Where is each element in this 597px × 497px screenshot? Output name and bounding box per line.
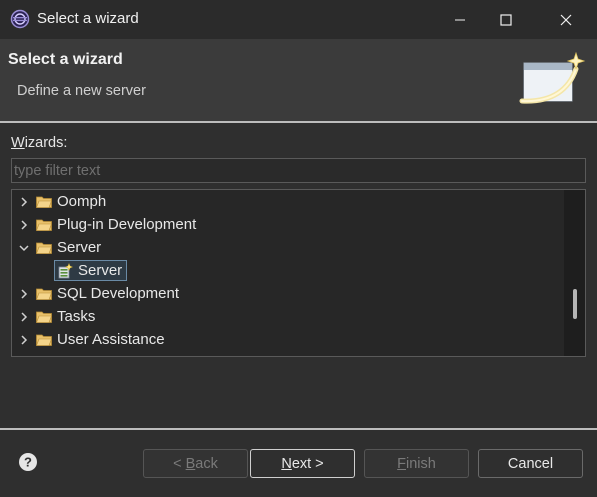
header-separator	[0, 121, 597, 123]
minimize-button[interactable]	[437, 0, 483, 39]
page-description: Define a new server	[17, 83, 146, 99]
maximize-icon	[500, 13, 512, 26]
tree-item-server[interactable]: Server	[12, 236, 564, 259]
tree-child-server[interactable]: Server	[54, 260, 128, 281]
back-button-label: ack	[195, 455, 218, 472]
filter-input[interactable]	[11, 158, 586, 183]
wizards-label: Wizards:	[11, 135, 67, 151]
maximize-button[interactable]	[483, 0, 529, 39]
tree-item-label: User Assistance	[57, 331, 165, 348]
title-bar: Select a wizard	[0, 0, 597, 39]
tree-scrollbar[interactable]	[564, 190, 585, 356]
window-title: Select a wizard	[37, 10, 139, 27]
chevron-right-icon[interactable]	[18, 334, 30, 346]
tree-item-label: Tasks	[57, 308, 96, 325]
wizard-header: Select a wizard Define a new server	[0, 39, 597, 121]
finish-button[interactable]: Finish	[364, 449, 469, 478]
finish-button-label: inish	[406, 455, 436, 472]
cancel-button[interactable]: Cancel	[478, 449, 583, 478]
tree-item-label: Oomph	[57, 193, 107, 210]
tree-item-label: Server	[57, 239, 102, 256]
folder-icon	[36, 219, 52, 231]
folder-icon	[36, 334, 52, 346]
folder-open-icon	[36, 242, 52, 254]
footer-separator	[0, 428, 597, 430]
tree-item-user-assistance[interactable]: User Assistance	[12, 328, 564, 351]
chevron-right-icon[interactable]	[18, 288, 30, 300]
folder-icon	[36, 288, 52, 300]
wizards-label-mnemonic: W	[11, 135, 25, 151]
page-title: Select a wizard	[8, 51, 123, 68]
tree-scrollbar-thumb[interactable]	[573, 289, 577, 319]
help-icon[interactable]: ?	[18, 452, 38, 472]
next-button[interactable]: Next >	[250, 449, 355, 478]
folder-icon	[36, 196, 52, 208]
chevron-down-icon[interactable]	[18, 242, 30, 254]
server-wizard-icon	[58, 262, 73, 278]
next-button-mnemonic: N	[281, 455, 292, 472]
wizard-banner-icon	[518, 45, 590, 107]
wizards-label-rest: izards:	[24, 135, 68, 151]
tree-item-label: Plug-in Development	[57, 216, 197, 233]
tree-child-label: Server	[78, 262, 123, 279]
close-icon	[560, 14, 572, 25]
eclipse-icon	[10, 9, 30, 29]
close-button[interactable]	[543, 0, 589, 39]
minimize-icon	[455, 19, 465, 20]
back-button-mnemonic: B	[185, 455, 196, 472]
folder-icon	[36, 311, 52, 323]
tree-item-label: SQL Development	[57, 285, 180, 302]
next-button-label: ext >	[291, 455, 324, 472]
tree-item-oomph[interactable]: Oomph	[12, 190, 564, 213]
svg-text:?: ?	[24, 455, 32, 470]
chevron-right-icon[interactable]	[18, 196, 30, 208]
tree-item-tasks[interactable]: Tasks	[12, 305, 564, 328]
wizard-tree[interactable]: Oomph Plug-in Development Server Server …	[11, 189, 586, 357]
back-button[interactable]: < Back	[143, 449, 248, 478]
tree-item-sql-development[interactable]: SQL Development	[12, 282, 564, 305]
finish-button-mnemonic: F	[397, 455, 407, 472]
tree-item-plugin-development[interactable]: Plug-in Development	[12, 213, 564, 236]
chevron-right-icon[interactable]	[18, 311, 30, 323]
cancel-button-label: Cancel	[507, 455, 554, 472]
back-button-prefix: <	[173, 455, 186, 472]
chevron-right-icon[interactable]	[18, 219, 30, 231]
